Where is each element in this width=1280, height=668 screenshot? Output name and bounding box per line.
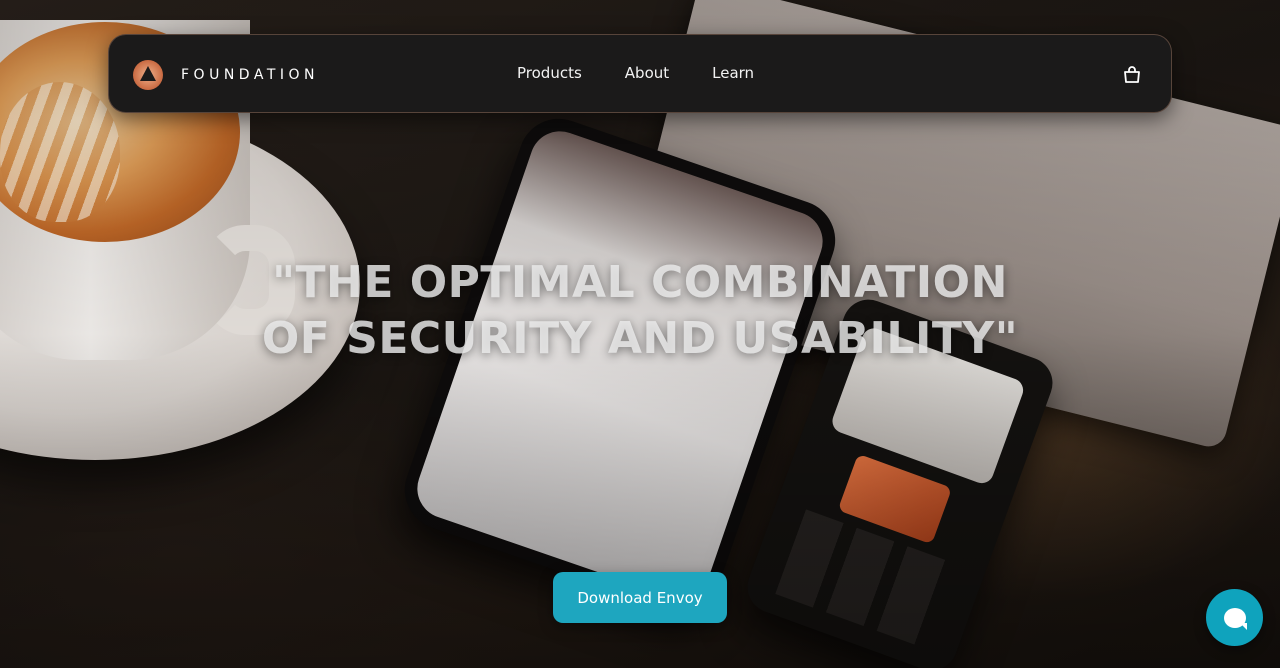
nav-item-products[interactable]: Products (517, 64, 582, 82)
foundation-logo-icon (133, 60, 163, 90)
brand-logo[interactable]: FOUNDATION (133, 60, 319, 90)
hero-section: FOUNDATION Products About Learn "THE OPT… (0, 0, 1280, 668)
nav-links: Products About Learn (517, 64, 754, 82)
shopping-bag-icon[interactable] (1122, 65, 1142, 85)
nav-item-learn[interactable]: Learn (712, 64, 754, 82)
chat-launcher-button[interactable] (1206, 589, 1263, 646)
hero-headline-line2: OF SECURITY AND USABILITY" (261, 313, 1019, 364)
nav-item-about[interactable]: About (625, 64, 669, 82)
brand-name: FOUNDATION (181, 67, 319, 83)
download-envoy-button[interactable]: Download Envoy (553, 572, 727, 623)
hero-headline-line1: "THE OPTIMAL COMBINATION (272, 257, 1008, 308)
top-navbar: FOUNDATION Products About Learn (108, 34, 1172, 113)
hero-headline: "THE OPTIMAL COMBINATION OF SECURITY AND… (180, 255, 1100, 367)
chat-bubble-icon (1223, 607, 1246, 628)
